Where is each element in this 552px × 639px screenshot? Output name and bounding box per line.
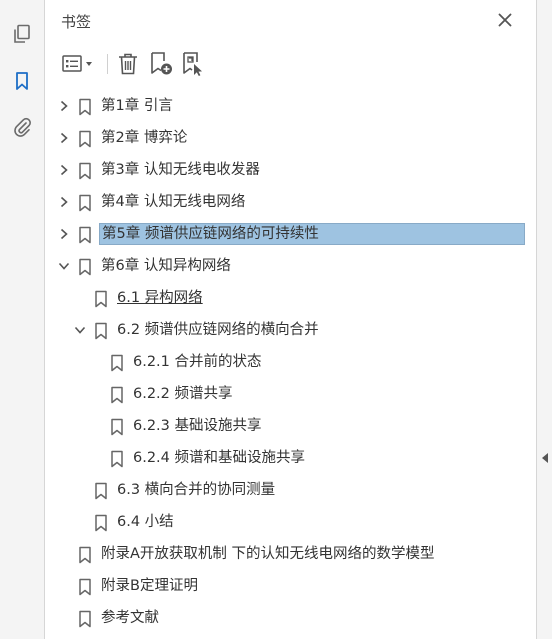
bookmark-icon: [110, 450, 124, 468]
bookmark-icon: [78, 194, 92, 212]
delete-bookmark-button[interactable]: [115, 50, 141, 78]
bookmark-label: 6.2.4 频谱和基础设施共享: [133, 450, 306, 466]
bookmark-item[interactable]: 6.2 频谱供应链网络的横向合并: [45, 317, 537, 343]
bookmark-icon: [94, 290, 108, 308]
attachment-icon: [14, 117, 31, 137]
chevron-right-icon: [60, 100, 68, 112]
bookmark-label: 6.2.3 基础设施共享: [133, 418, 262, 434]
new-bookmark-icon: [151, 52, 172, 75]
bookmark-item[interactable]: 第3章 认知无线电收发器: [45, 157, 537, 183]
bookmarks-panel: 书签 第1章 引言 第2章 博弈论 第3章 认知无线电收发器 第4章 认知无线电…: [45, 0, 537, 639]
bookmark-label: 6.2 频谱供应链网络的横向合并: [117, 322, 319, 338]
collapse-toggle[interactable]: [73, 322, 87, 338]
bookmarks-toolbar: [57, 48, 237, 80]
bookmark-icon: [78, 226, 92, 244]
collapse-toggle[interactable]: [57, 258, 71, 274]
bookmark-label: 6.4 小结: [117, 514, 174, 530]
bookmark-label: 附录A开放获取机制 下的认知无线电网络的数学模型: [101, 546, 435, 562]
bookmark-label: 6.3 横向合并的协同测量: [117, 482, 276, 498]
bookmark-icon: [110, 386, 124, 404]
expand-toggle[interactable]: [57, 226, 71, 242]
bookmark-item[interactable]: 第1章 引言: [45, 93, 537, 119]
collapse-panel-handle[interactable]: [539, 449, 551, 467]
navigation-rail: [0, 0, 45, 639]
chevron-right-icon: [60, 132, 68, 144]
chevron-right-icon: [60, 164, 68, 176]
expand-toggle[interactable]: [57, 130, 71, 146]
bookmark-icon: [78, 98, 92, 116]
chevron-down-icon: [58, 262, 70, 270]
bookmark-item[interactable]: 第4章 认知无线电网络: [45, 189, 537, 215]
bookmark-label: 6.1 异构网络: [117, 290, 203, 306]
bookmark-item[interactable]: 6.2.3 基础设施共享: [45, 413, 537, 439]
bookmark-icon: [94, 514, 108, 532]
bookmark-item[interactable]: 6.2.2 频谱共享: [45, 381, 537, 407]
bookmark-icon: [78, 610, 92, 628]
bookmark-item[interactable]: 6.3 横向合并的协同测量: [45, 477, 537, 503]
bookmark-item[interactable]: 6.1 异构网络: [45, 285, 537, 311]
expand-toggle[interactable]: [57, 194, 71, 210]
chevron-down-icon: [74, 326, 86, 334]
bookmark-icon: [78, 546, 92, 564]
bookmark-item[interactable]: 第6章 认知异构网络: [45, 253, 537, 279]
bookmarks-button[interactable]: [8, 67, 36, 95]
bookmark-item[interactable]: 6.2.4 频谱和基础设施共享: [45, 445, 537, 471]
options-menu-button[interactable]: [61, 50, 97, 78]
expand-toggle[interactable]: [57, 98, 71, 114]
close-panel-button[interactable]: [494, 9, 516, 31]
bookmark-item[interactable]: 6.4 小结: [45, 509, 537, 535]
new-bookmark-from-selection-button[interactable]: [179, 50, 207, 78]
bookmark-label: 第4章 认知无线电网络: [101, 194, 246, 210]
bookmark-icon: [78, 162, 92, 180]
bookmark-label: 第2章 博弈论: [101, 130, 188, 146]
pages-icon: [14, 24, 30, 43]
chevron-right-icon: [60, 196, 68, 208]
close-icon: [498, 13, 512, 27]
chevron-right-icon: [60, 228, 68, 240]
expand-toggle[interactable]: [57, 162, 71, 178]
delete-icon: [119, 53, 137, 75]
bookmark-icon: [110, 354, 124, 372]
bookmark-label: 第5章 频谱供应链网络的可持续性: [99, 223, 525, 245]
bookmark-icon: [110, 418, 124, 436]
options-menu-icon: [62, 55, 92, 72]
new-bookmark-button[interactable]: [147, 50, 175, 78]
bookmark-label: 参考文献: [101, 610, 159, 626]
bookmark-label: 附录B定理证明: [101, 578, 198, 594]
toolbar-separator: [107, 54, 108, 74]
panel-title: 书签: [61, 13, 92, 31]
bookmark-icon: [78, 130, 92, 148]
bookmark-label: 第3章 认知无线电收发器: [101, 162, 260, 178]
bookmark-item[interactable]: 附录A开放获取机制 下的认知无线电网络的数学模型: [45, 541, 537, 567]
bookmark-item[interactable]: 第2章 博弈论: [45, 125, 537, 151]
document-view-edge: [537, 0, 552, 639]
bookmark-icon: [94, 322, 108, 340]
bookmark-item[interactable]: 第5章 频谱供应链网络的可持续性: [45, 221, 537, 247]
bookmark-label: 6.2.2 频谱共享: [133, 386, 233, 402]
attachments-button[interactable]: [8, 113, 36, 141]
bookmark-icon: [78, 578, 92, 596]
new-bookmark-from-selection-icon: [183, 52, 202, 76]
bookmark-icon: [94, 482, 108, 500]
bookmark-label: 6.2.1 合并前的状态: [133, 354, 262, 370]
bookmark-icon: [16, 72, 28, 90]
caret-left-icon: [542, 453, 548, 463]
bookmark-label: 第1章 引言: [101, 98, 173, 114]
bookmark-label: 第6章 认知异构网络: [101, 258, 231, 274]
bookmark-item[interactable]: 参考文献: [45, 605, 537, 631]
pages-button[interactable]: [8, 20, 36, 48]
bookmark-item[interactable]: 附录B定理证明: [45, 573, 537, 599]
bookmark-icon: [78, 258, 92, 276]
bookmark-item[interactable]: 6.2.1 合并前的状态: [45, 349, 537, 375]
